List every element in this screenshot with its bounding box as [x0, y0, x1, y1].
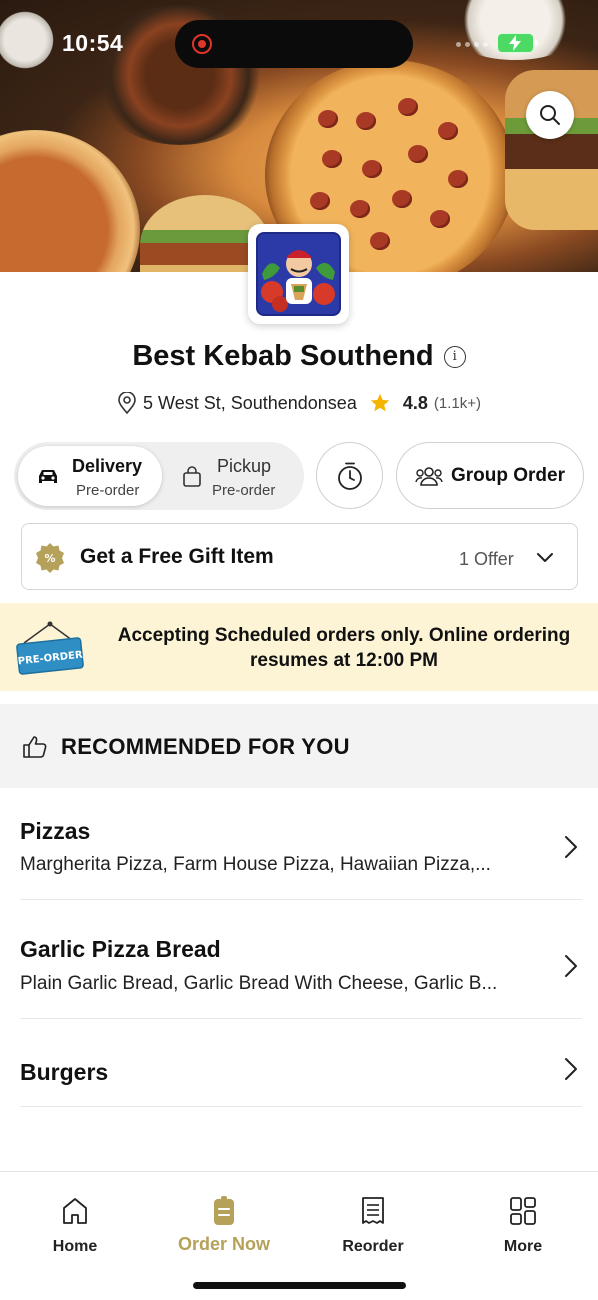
- chevron-right-icon: [565, 836, 577, 858]
- group-order-button[interactable]: Group Order: [396, 442, 584, 509]
- tab-home[interactable]: Home: [15, 1194, 135, 1256]
- info-icon[interactable]: i: [443, 345, 466, 368]
- restaurant-address: 5 West St, Southendonsea: [143, 392, 357, 413]
- category-name: Burgers: [20, 1059, 109, 1085]
- thumbs-up-icon: [23, 736, 47, 758]
- home-indicator: [193, 1282, 406, 1289]
- delivery-option[interactable]: Delivery Pre-order: [18, 446, 162, 506]
- delivery-label: Delivery: [72, 456, 143, 476]
- tab-label: Home: [52, 1238, 98, 1255]
- dynamic-island: [175, 20, 413, 68]
- shopping-bag-icon: [183, 466, 201, 487]
- location-pin-icon: [118, 392, 136, 414]
- category-name: Garlic Pizza Bread: [20, 936, 221, 962]
- offer-title: Get a Free Gift Item: [80, 545, 274, 568]
- chevron-down-icon[interactable]: [536, 552, 554, 564]
- offer-card[interactable]: % Get a Free Gift Item 1 Offer: [21, 523, 578, 590]
- star-icon: [370, 393, 389, 412]
- search-icon: [540, 105, 560, 125]
- recommended-title: RECOMMENDED FOR YOU: [61, 734, 350, 759]
- banner-message: Accepting Scheduled orders only. Online …: [117, 625, 571, 671]
- order-icon: [214, 1196, 234, 1225]
- timer-icon: [337, 462, 362, 490]
- offer-count: 1 Offer: [459, 549, 514, 569]
- category-items: Margherita Pizza, Farm House Pizza, Hawa…: [20, 854, 491, 875]
- tab-label: More: [503, 1238, 543, 1255]
- grid-icon: [510, 1197, 536, 1225]
- battery-icon: [497, 33, 538, 53]
- category-row[interactable]: Burgers: [20, 1019, 582, 1107]
- category-name: Pizzas: [20, 818, 91, 844]
- pickup-option[interactable]: Pickup Pre-order: [166, 446, 300, 506]
- schedule-notice-banner: PRE-ORDER Accepting Scheduled orders onl…: [0, 603, 598, 691]
- category-items: Plain Garlic Bread, Garlic Bread With Ch…: [20, 973, 498, 994]
- svg-text:%: %: [44, 552, 55, 565]
- tab-more[interactable]: More: [463, 1194, 583, 1256]
- delivery-sub: Pre-order: [76, 482, 140, 499]
- search-button[interactable]: [526, 91, 574, 139]
- receipt-icon: [362, 1197, 384, 1224]
- bottom-tab-bar: Home Order Now Reorder More: [0, 1171, 598, 1300]
- rating-value: 4.8: [402, 392, 428, 413]
- restaurant-logo: [248, 224, 349, 324]
- tab-reorder[interactable]: Reorder: [313, 1194, 433, 1256]
- car-icon: [39, 470, 57, 483]
- home-icon: [63, 1198, 87, 1224]
- chevron-right-icon: [565, 955, 577, 977]
- schedule-button[interactable]: [316, 442, 383, 509]
- chevron-right-icon: [565, 1058, 577, 1080]
- discount-badge-icon: %: [36, 543, 64, 573]
- signal-icon: [456, 42, 488, 47]
- tab-label: Order Now: [177, 1234, 270, 1254]
- tab-order-now[interactable]: Order Now: [164, 1194, 284, 1255]
- category-row[interactable]: Garlic Pizza Bread Plain Garlic Bread, G…: [20, 900, 582, 1019]
- order-mode-toggle: Delivery Pre-order Pickup Pre-order: [14, 442, 304, 510]
- group-order-label: Group Order: [450, 464, 565, 486]
- restaurant-name: Best Kebab Southend: [132, 340, 434, 372]
- category-row[interactable]: Pizzas Margherita Pizza, Farm House Pizz…: [20, 788, 582, 900]
- preorder-sign-icon: PRE-ORDER: [16, 621, 84, 675]
- recording-icon: [192, 34, 212, 54]
- tab-label: Reorder: [342, 1238, 404, 1255]
- rating-count: (1.1k+): [433, 394, 481, 412]
- pickup-label: Pickup: [217, 456, 272, 476]
- group-icon: [415, 466, 443, 486]
- recommended-header: RECOMMENDED FOR YOU: [0, 704, 598, 788]
- pickup-sub: Pre-order: [212, 482, 276, 499]
- status-time: 10:54: [62, 30, 124, 56]
